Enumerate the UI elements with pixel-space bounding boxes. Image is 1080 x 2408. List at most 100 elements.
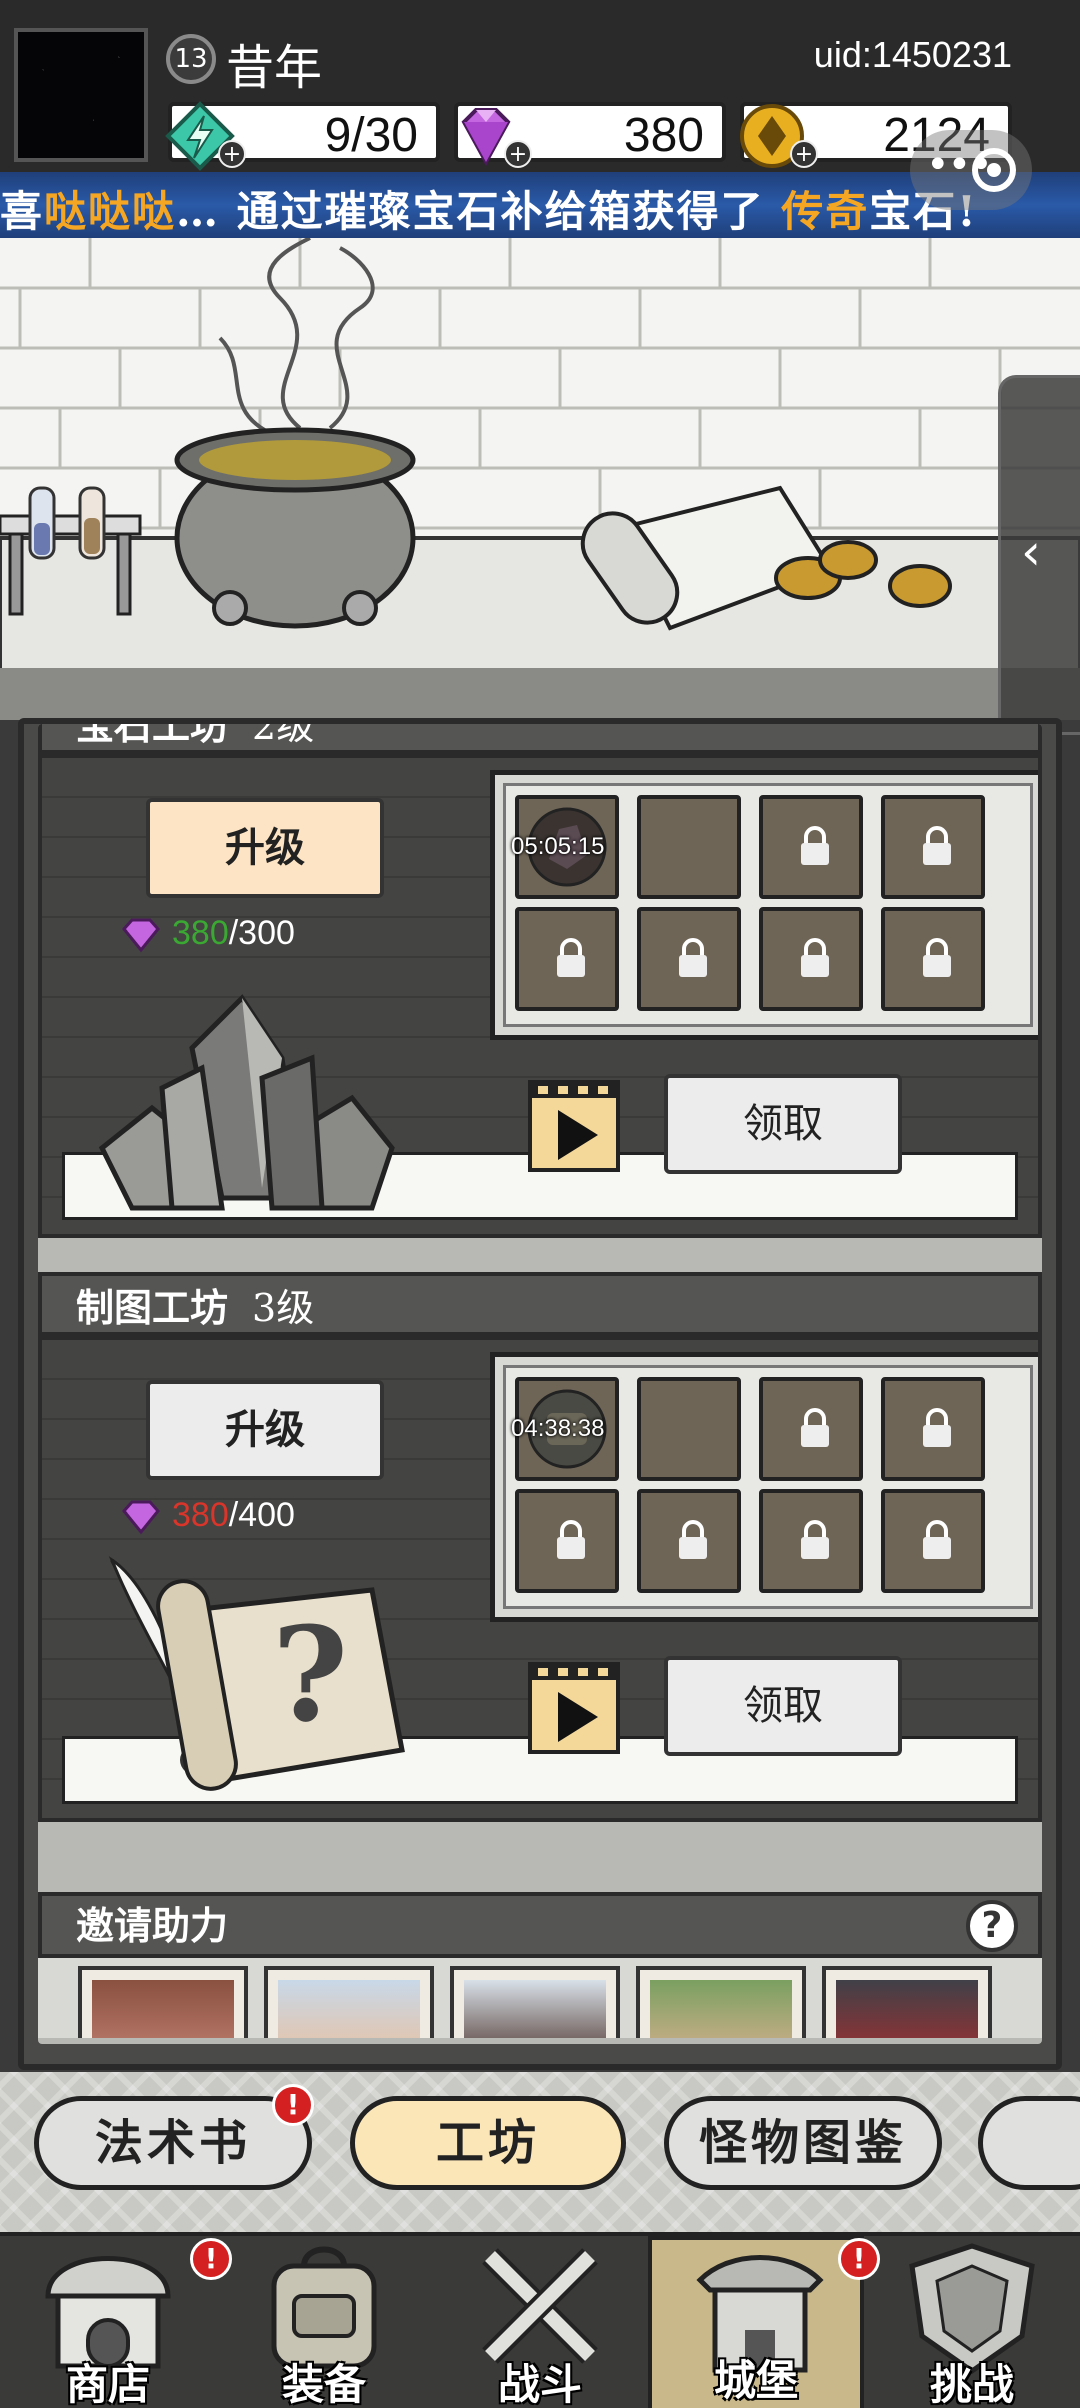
lock-icon (923, 1520, 951, 1559)
lock-icon (801, 826, 829, 865)
broadcast-rarity: 传奇 (781, 187, 870, 236)
nav-castle-label: 城堡 (713, 2356, 798, 2405)
workshop-list-panel: 宝石工坊 2级 升级 380/300 05:05:15 领取 制图工坊 3级 升… (18, 718, 1062, 2070)
nav-equipment[interactable]: 装备 (216, 2236, 432, 2408)
crystal-cluster-illustration (98, 994, 395, 1211)
production-slot-locked[interactable] (759, 795, 863, 899)
tab-monster-codex[interactable]: 怪物图鉴 (664, 2096, 942, 2190)
unknown-map-scroll-illustration: ? (108, 1556, 405, 1791)
energy-counter[interactable]: + 9/30 (165, 101, 440, 171)
gem-workshop-header: 宝石工坊 2级 (38, 724, 1042, 754)
lock-icon (923, 826, 951, 865)
gem-workshop-slot-grid: 05:05:15 (490, 770, 1038, 1040)
gem-workshop-upgrade-cost: 380/300 (120, 914, 295, 958)
lock-icon (923, 938, 951, 977)
friend-avatar[interactable] (78, 1966, 248, 2038)
map-workshop-card: 升级 380/400 ? 04:38:38 领取 (38, 1336, 1042, 1822)
side-drawer-toggle[interactable]: ‹ (998, 375, 1080, 735)
lock-icon (557, 938, 585, 977)
production-slot-locked[interactable] (759, 1489, 863, 1593)
nav-shop-label: 商店 (65, 2360, 150, 2408)
production-slot-empty[interactable] (637, 795, 741, 899)
gold-add-icon[interactable]: + (790, 140, 818, 168)
production-slot-active[interactable]: 04:38:38 (511, 1377, 619, 1481)
player-uid: uid:1450231 (813, 34, 1012, 75)
help-icon[interactable]: ? (966, 1900, 1018, 1952)
map-workshop-header: 制图工坊 3级 (38, 1272, 1042, 1336)
lock-icon (923, 1408, 951, 1447)
nav-castle[interactable]: 城堡 (648, 2236, 864, 2408)
invite-friends-row (38, 1958, 1042, 2038)
gem-icon (122, 918, 160, 953)
lock-icon (679, 1520, 707, 1559)
energy-add-icon[interactable]: + (218, 140, 246, 168)
nav-battle[interactable]: 战斗 (432, 2236, 648, 2408)
nav-challenge-label: 挑战 (929, 2360, 1014, 2408)
watch-ad-video-icon[interactable] (526, 1660, 622, 1756)
production-slot-locked[interactable] (881, 795, 985, 899)
friend-avatar[interactable] (264, 1966, 434, 2038)
gem-workshop-upgrade-button[interactable]: 升级 (146, 798, 384, 898)
broadcast-text: 喜哒哒哒… 通过璀璨宝石补给箱获得了 传奇宝石! (0, 187, 978, 236)
gem-required-amount: /400 (228, 1496, 295, 1534)
gem-required-amount: /300 (228, 914, 295, 952)
tab-workshop[interactable]: 工坊 (350, 2096, 626, 2190)
miniprogram-capsule[interactable]: ••• (910, 130, 1032, 210)
broadcast-username: 哒哒哒 (44, 187, 177, 236)
friend-avatar[interactable] (450, 1966, 620, 2038)
production-slot-locked[interactable] (881, 907, 985, 1011)
watch-ad-video-icon[interactable] (526, 1078, 622, 1174)
lock-icon (801, 1520, 829, 1559)
map-workshop-upgrade-button[interactable]: 升级 (146, 1380, 384, 1480)
bottom-navigation: 商店 ! 装备 战斗 城堡 ! 挑战 (0, 2232, 1080, 2408)
production-slot-locked[interactable] (881, 1377, 985, 1481)
production-slot-empty[interactable] (637, 1377, 741, 1481)
gem-icon (122, 1500, 160, 1535)
production-timer: 04:38:38 (511, 1415, 605, 1442)
lock-icon (801, 938, 829, 977)
svg-text:?: ? (272, 1598, 348, 1751)
player-level-badge: 13 (166, 34, 216, 84)
production-slot-active[interactable]: 05:05:15 (511, 795, 619, 899)
gem-add-icon[interactable]: + (504, 140, 532, 168)
gem-workshop-claim-button[interactable]: 领取 (664, 1074, 902, 1174)
map-workshop-claim-button[interactable]: 领取 (664, 1656, 902, 1756)
production-slot-locked[interactable] (637, 907, 741, 1011)
map-workshop-upgrade-cost: 380/400 (120, 1496, 295, 1540)
close-miniprogram-icon[interactable] (972, 148, 1016, 192)
production-slot-locked[interactable] (759, 1377, 863, 1481)
lock-icon (679, 938, 707, 977)
spellbook-alert-badge: ! (272, 2084, 314, 2126)
nav-battle-label: 战斗 (497, 2360, 582, 2408)
gem-counter[interactable]: + 380 (454, 102, 726, 168)
production-slot-locked[interactable] (881, 1489, 985, 1593)
map-workshop-slot-grid: 04:38:38 (490, 1352, 1038, 1622)
castle-subtabs: 法术书 ! 工坊 怪物图鉴 (0, 2072, 1080, 2232)
cauldron-scene (0, 238, 1080, 720)
gem-owned-amount: 380 (172, 1496, 229, 1534)
friend-avatar[interactable] (636, 1966, 806, 2038)
nav-equipment-label: 装备 (281, 2360, 366, 2408)
tab-more[interactable] (978, 2096, 1080, 2190)
production-slot-locked[interactable] (637, 1489, 741, 1593)
tab-spellbook[interactable]: 法术书 (34, 2096, 312, 2190)
gem-owned-amount: 380 (172, 914, 229, 952)
gem-workshop-card: 升级 380/300 05:05:15 领取 (38, 754, 1042, 1238)
invite-help-header: 邀请助力 ? (38, 1892, 1042, 1958)
lock-icon (557, 1520, 585, 1559)
production-slot-locked[interactable] (515, 907, 619, 1011)
nav-shop[interactable]: 商店 (0, 2236, 216, 2408)
player-name: 昔年 (226, 40, 323, 96)
player-avatar[interactable] (14, 28, 148, 162)
production-slot-locked[interactable] (759, 907, 863, 1011)
workshop-list-scroll[interactable]: 宝石工坊 2级 升级 380/300 05:05:15 领取 制图工坊 3级 升… (38, 724, 1042, 2044)
chevron-left-icon: ‹ (1021, 523, 1041, 581)
production-slot-locked[interactable] (515, 1489, 619, 1593)
friend-avatar[interactable] (822, 1966, 992, 2038)
lock-icon (801, 1408, 829, 1447)
energy-value: 9/30 (324, 109, 418, 162)
production-timer: 05:05:15 (511, 833, 605, 860)
nav-challenge[interactable]: 挑战 (864, 2236, 1080, 2408)
workshop-scene-illustration (0, 238, 1080, 720)
gem-value: 380 (623, 109, 704, 162)
